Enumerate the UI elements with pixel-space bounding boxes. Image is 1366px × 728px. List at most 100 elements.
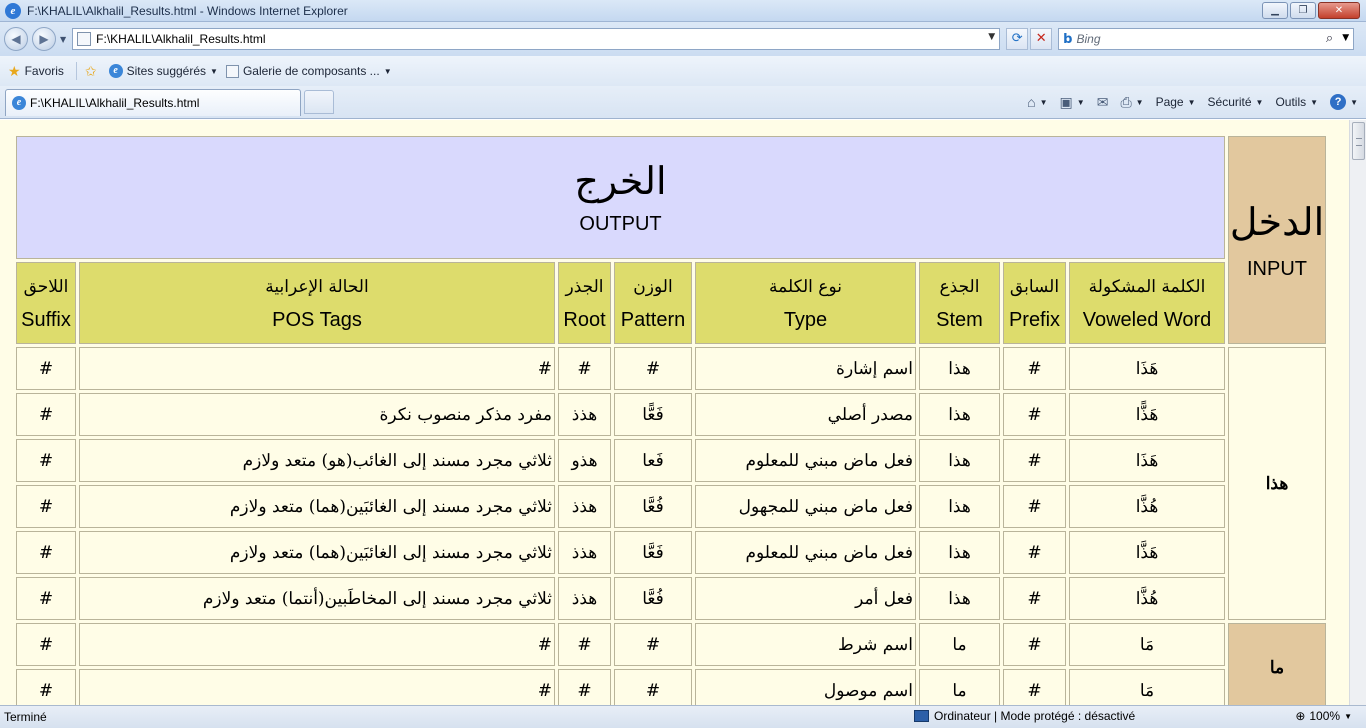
mail-button[interactable]: ✉ bbox=[1097, 94, 1109, 111]
tab-alkhalil-results[interactable]: e F:\KHALIL\Alkhalil_Results.html bbox=[5, 89, 301, 116]
input-header-english: INPUT bbox=[1247, 257, 1307, 280]
result-row: ما مَا # ما اسم شرط # # # # bbox=[16, 623, 1326, 705]
pattern-cell: فُعَّا bbox=[614, 485, 692, 528]
computer-icon bbox=[914, 710, 929, 722]
favorites-button[interactable]: ★ Favoris bbox=[8, 63, 64, 80]
maximize-button[interactable]: ❐ bbox=[1290, 2, 1316, 19]
pos-tags-cell: ثلاثي مجرد مسند إلى الغائب(هو) متعد ولاز… bbox=[79, 439, 555, 482]
voweled-word-cell: هَذَّا bbox=[1069, 531, 1225, 574]
address-dropdown-icon[interactable]: ▼ bbox=[988, 32, 995, 42]
back-button[interactable]: ◀ bbox=[4, 27, 28, 51]
root-cell: # bbox=[558, 623, 611, 666]
security-zone[interactable]: Ordinateur | Mode protégé : désactivé bbox=[914, 709, 1135, 723]
type-cell: مصدر أصلي bbox=[695, 393, 916, 436]
root-cell: # bbox=[558, 669, 611, 705]
close-button[interactable]: ✕ bbox=[1318, 2, 1360, 19]
voweled-word-cell: هُذَّا bbox=[1069, 485, 1225, 528]
prefix-cell: # bbox=[1003, 531, 1066, 574]
search-dropdown-icon[interactable]: ▼ bbox=[1342, 33, 1349, 43]
suggested-sites-link[interactable]: e Sites suggérés ▼ bbox=[108, 64, 218, 78]
grip-icon bbox=[1356, 138, 1362, 146]
search-icon[interactable]: ⌕ bbox=[1326, 31, 1333, 46]
suffix-cell: # bbox=[16, 485, 76, 528]
window-controls: ▁ ❐ ✕ bbox=[1260, 2, 1360, 19]
pos-tags-cell: # bbox=[79, 669, 555, 705]
stem-cell: ما bbox=[919, 669, 1000, 705]
result-row: مَا # ما اسم موصول # # # # bbox=[16, 669, 1326, 705]
search-placeholder[interactable]: Bing bbox=[1076, 32, 1100, 46]
home-button[interactable]: ⌂ ▼ bbox=[1027, 94, 1047, 110]
column-header-english: Suffix bbox=[21, 308, 71, 331]
chevron-down-icon: ▼ bbox=[1076, 97, 1085, 107]
column-header-arabic: نوع الكلمة bbox=[769, 276, 842, 297]
feeds-button[interactable]: ▣ ▼ bbox=[1060, 94, 1085, 111]
suggested-sites-label: Sites suggérés bbox=[126, 64, 207, 78]
title-bar: e F:\KHALIL\Alkhalil_Results.html - Wind… bbox=[0, 0, 1366, 22]
address-toolbar: ◀ ▶ ▼ F:\KHALIL\Alkhalil_Results.html ▼ … bbox=[0, 22, 1366, 56]
tools-menu-label: Outils bbox=[1275, 95, 1307, 109]
home-icon: ⌂ bbox=[1027, 94, 1036, 110]
column-header-arabic: الحالة الإعرابية bbox=[265, 276, 369, 297]
minimize-button[interactable]: ▁ bbox=[1262, 2, 1288, 19]
print-button[interactable]: ⎙ ▼ bbox=[1120, 94, 1143, 111]
voweled-word-cell: هَذَا bbox=[1069, 439, 1225, 482]
column-header-english: Prefix bbox=[1008, 308, 1061, 331]
suffix-cell: # bbox=[16, 577, 76, 620]
web-slice-gallery-label: Galerie de composants ... bbox=[242, 64, 380, 78]
input-word-cell: هذا bbox=[1228, 347, 1326, 620]
voweled-word-cell: هَذَا bbox=[1069, 347, 1225, 390]
ie-icon: e bbox=[12, 96, 26, 110]
chevron-down-icon: ▼ bbox=[1310, 97, 1319, 107]
chevron-down-icon: ▼ bbox=[1039, 97, 1048, 107]
scrollbar-thumb[interactable] bbox=[1352, 122, 1365, 160]
column-header-english: POS Tags bbox=[272, 308, 362, 331]
type-cell: فعل ماض مبني للمعلوم bbox=[695, 531, 916, 574]
root-cell: # bbox=[558, 347, 611, 390]
column-header-suffix: اللاحق Suffix bbox=[16, 262, 76, 344]
tools-menu[interactable]: Outils ▼ bbox=[1275, 95, 1318, 109]
bing-logo-icon: b bbox=[1063, 31, 1073, 47]
security-menu[interactable]: Sécurité ▼ bbox=[1208, 95, 1264, 109]
result-row: هَذًّا # هذا مصدر أصلي فَعًّا هذذ مفرد مذكر من… bbox=[16, 393, 1326, 436]
chevron-down-icon: ▼ bbox=[1350, 97, 1358, 107]
input-word-cell: ما bbox=[1228, 623, 1326, 705]
address-field[interactable]: F:\KHALIL\Alkhalil_Results.html ▼ bbox=[72, 28, 1001, 50]
prefix-cell: # bbox=[1003, 577, 1066, 620]
pos-tags-cell: # bbox=[79, 623, 555, 666]
refresh-button[interactable]: ⟳ bbox=[1006, 28, 1029, 50]
new-tab-button[interactable] bbox=[304, 90, 334, 114]
vertical-scrollbar[interactable] bbox=[1349, 120, 1366, 705]
output-header: الخرج OUTPUT bbox=[16, 136, 1225, 259]
type-cell: فعل ماض مبني للمعلوم bbox=[695, 439, 916, 482]
rss-icon: ▣ bbox=[1059, 93, 1073, 110]
zoom-control[interactable]: ⊕ 100% ▼ bbox=[1295, 709, 1352, 723]
search-field[interactable]: b Bing ⌕ ▼ bbox=[1058, 28, 1355, 50]
ie-logo-icon: e bbox=[5, 2, 21, 19]
suffix-cell: # bbox=[16, 393, 76, 436]
forward-button[interactable]: ▶ bbox=[32, 27, 56, 51]
page-menu-label: Page bbox=[1155, 95, 1184, 109]
zoom-icon: ⊕ bbox=[1295, 709, 1306, 723]
type-cell: فعل أمر bbox=[695, 577, 916, 620]
output-header-arabic: الخرج bbox=[574, 159, 667, 203]
tab-bar: e F:\KHALIL\Alkhalil_Results.html ⌂ ▼ ▣ ▼ … bbox=[0, 86, 1366, 119]
history-dropdown-icon[interactable]: ▼ bbox=[60, 35, 66, 44]
pattern-cell: فَعًّا bbox=[614, 393, 692, 436]
page-content: الدخل INPUT الخرج OUTPUT الكلمة المشكولة… bbox=[0, 120, 1349, 705]
pattern-cell: فَعا bbox=[614, 439, 692, 482]
column-header-prefix: السابق Prefix bbox=[1003, 262, 1066, 344]
page-menu[interactable]: Page ▼ bbox=[1156, 95, 1196, 109]
result-row: هَذَّا # هذا فعل ماض مبني للمعلوم فَعَّا هذذ ث… bbox=[16, 531, 1326, 574]
pattern-cell: # bbox=[614, 623, 692, 666]
add-favorite-button[interactable]: ✩ bbox=[85, 63, 101, 80]
star-icon: ★ bbox=[8, 62, 21, 79]
root-cell: هذو bbox=[558, 439, 611, 482]
address-url[interactable]: F:\KHALIL\Alkhalil_Results.html bbox=[96, 32, 265, 46]
column-header-stem: الجذع Stem bbox=[919, 262, 1000, 344]
help-button[interactable]: ? ▼ bbox=[1330, 94, 1358, 110]
suffix-cell: # bbox=[16, 669, 76, 705]
zoom-level: 100% bbox=[1309, 709, 1341, 723]
stop-button[interactable]: ✕ bbox=[1030, 28, 1053, 50]
stem-cell: هذا bbox=[919, 577, 1000, 620]
web-slice-gallery-link[interactable]: Galerie de composants ... ▼ bbox=[225, 64, 392, 78]
